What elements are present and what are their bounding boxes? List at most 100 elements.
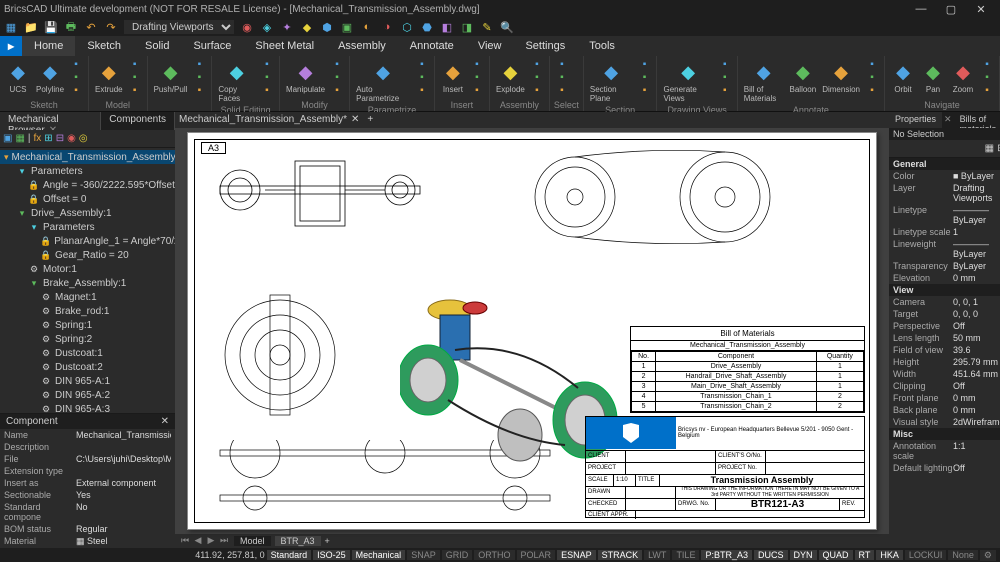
property-row[interactable]: Visual style2dWireframe — [889, 416, 1000, 428]
close-icon[interactable]: ✕ — [942, 112, 954, 128]
status-icon[interactable]: ⚙ — [980, 550, 996, 561]
menu-home[interactable]: Home — [22, 36, 75, 56]
ribbon-copy-faces[interactable]: ◆Copy Faces — [216, 58, 257, 105]
qa-icon-2[interactable]: ◈ — [260, 20, 274, 34]
ribbon-balloon[interactable]: ◆Balloon — [788, 58, 819, 96]
app-icon[interactable]: ▸ — [0, 36, 22, 56]
qa-icon-3[interactable]: ✦ — [280, 20, 294, 34]
prop-section-header[interactable]: General — [889, 158, 1000, 170]
menu-surface[interactable]: Surface — [181, 36, 243, 56]
status-toggle-rt[interactable]: RT — [855, 550, 875, 560]
tree-item[interactable]: ⚙DIN 965-A:2 — [0, 388, 175, 402]
ribbon-section-plane[interactable]: ◆Section Plane — [588, 58, 635, 105]
status-toggle-iso-25[interactable]: ISO-25 — [313, 550, 350, 560]
property-row[interactable]: Width451.64 mm — [889, 368, 1000, 380]
layout-tab-model[interactable]: Model — [234, 536, 271, 546]
ribbon-small-icon[interactable]: ▪ — [127, 84, 143, 96]
ribbon-small-icon[interactable]: ▪ — [554, 84, 570, 96]
ribbon-extrude[interactable]: ◆Extrude — [93, 58, 125, 96]
ribbon-small-icon[interactable]: ▪ — [979, 84, 995, 96]
property-row[interactable]: Linetype———— ByLayer — [889, 204, 1000, 226]
ribbon-small-icon[interactable]: ▪ — [127, 71, 143, 83]
property-row[interactable]: TransparencyByLayer — [889, 260, 1000, 272]
ribbon-small-icon[interactable]: ▪ — [469, 58, 485, 70]
tool-icon[interactable]: ▣ — [3, 133, 12, 144]
ribbon-small-icon[interactable]: ▪ — [469, 71, 485, 83]
ribbon-small-icon[interactable]: ▪ — [554, 71, 570, 83]
status-toggle-quad[interactable]: QUAD — [819, 550, 853, 560]
component-row[interactable]: Material▦ Steel — [0, 535, 175, 548]
component-row[interactable]: Insert asExternal component — [0, 477, 175, 489]
ribbon-small-icon[interactable]: ▪ — [68, 84, 84, 96]
prop-tool-icon[interactable]: ▦ — [985, 143, 994, 154]
ribbon-small-icon[interactable]: ▪ — [68, 58, 84, 70]
ribbon-small-icon[interactable]: ▪ — [979, 71, 995, 83]
menu-sheet-metal[interactable]: Sheet Metal — [243, 36, 326, 56]
nav-prev-icon[interactable]: ◀ — [192, 535, 204, 546]
tool-icon[interactable]: ◉ — [67, 133, 76, 144]
status-toggle-mechanical[interactable]: Mechanical — [352, 550, 406, 560]
menu-solid[interactable]: Solid — [133, 36, 181, 56]
status-toggle-ducs[interactable]: DUCS — [754, 550, 788, 560]
ribbon-bill-of-materials[interactable]: ◆Bill of Materials — [742, 58, 786, 105]
qa-icon-14[interactable]: 🔍 — [500, 20, 514, 34]
add-tab-button[interactable]: + — [367, 114, 373, 125]
property-row[interactable]: Lens length50 mm — [889, 332, 1000, 344]
property-row[interactable]: Default lightingOff — [889, 462, 1000, 474]
status-toggle-esnap[interactable]: ESNAP — [557, 550, 596, 560]
ribbon-small-icon[interactable]: ▪ — [329, 58, 345, 70]
ribbon-small-icon[interactable]: ▪ — [529, 84, 545, 96]
drawing-view-front[interactable] — [215, 290, 345, 420]
ribbon-small-icon[interactable]: ▪ — [636, 58, 652, 70]
prop-section-header[interactable]: Misc — [889, 428, 1000, 440]
component-row[interactable]: Extension type — [0, 465, 175, 477]
status-toggle-grid[interactable]: GRID — [442, 550, 473, 560]
qa-icon-6[interactable]: ▣ — [340, 20, 354, 34]
ribbon-small-icon[interactable]: ▪ — [191, 84, 207, 96]
save-icon[interactable]: 💾 — [44, 20, 58, 34]
redo-icon[interactable]: ↷ — [104, 20, 118, 34]
property-row[interactable]: PerspectiveOff — [889, 320, 1000, 332]
property-row[interactable]: Field of view39.6 — [889, 344, 1000, 356]
tab-properties[interactable]: Properties — [889, 112, 942, 128]
component-row[interactable]: BOM statusRegular — [0, 523, 175, 535]
qa-icon-7[interactable]: ◐ — [360, 20, 374, 34]
ribbon-small-icon[interactable]: ▪ — [636, 84, 652, 96]
property-row[interactable]: Front plane0 mm — [889, 392, 1000, 404]
component-row[interactable]: Standard componeNo — [0, 501, 175, 523]
nav-next-icon[interactable]: ▶ — [205, 535, 217, 546]
ribbon-small-icon[interactable]: ▪ — [864, 71, 880, 83]
ribbon-push/pull[interactable]: ◆Push/Pull — [152, 58, 190, 96]
add-layout-icon[interactable]: + — [325, 536, 330, 546]
qa-icon-13[interactable]: ✎ — [480, 20, 494, 34]
status-toggle-polar[interactable]: POLAR — [517, 550, 556, 560]
status-toggle-p:btr_a3[interactable]: P:BTR_A3 — [701, 550, 752, 560]
maximize-button[interactable]: ▢ — [936, 0, 966, 18]
property-row[interactable]: Back plane0 mm — [889, 404, 1000, 416]
drawing-view-side[interactable] — [525, 142, 775, 252]
tree-item[interactable]: ⚙Dustcoat:2 — [0, 360, 175, 374]
ribbon-small-icon[interactable]: ▪ — [864, 58, 880, 70]
status-toggle-lockui[interactable]: LOCKUI — [905, 550, 947, 560]
tree-item[interactable]: 🔒Offset = 0 — [0, 192, 175, 206]
status-toggle-tile[interactable]: TILE — [672, 550, 699, 560]
component-row[interactable]: FileC:\Users\juhi\Desktop\Mechanical_Tra… — [0, 453, 175, 465]
tree-item[interactable]: ▾Brake_Assembly:1 — [0, 276, 175, 290]
tree-item[interactable]: ⚙DIN 965-A:3 — [0, 402, 175, 413]
ribbon-small-icon[interactable]: ▪ — [259, 71, 275, 83]
tool-icon[interactable]: ▦ — [15, 133, 24, 144]
ribbon-insert[interactable]: ◆Insert — [439, 58, 467, 96]
ribbon-manipulate[interactable]: ◆Manipulate — [284, 58, 327, 96]
tree-item[interactable]: ⚙Spring:2 — [0, 332, 175, 346]
property-row[interactable]: Linetype scale1 — [889, 226, 1000, 238]
ribbon-small-icon[interactable]: ▪ — [191, 71, 207, 83]
tree-item[interactable]: ▾Drive_Assembly:1 — [0, 206, 175, 220]
ribbon-polyline[interactable]: ◆Polyline — [34, 58, 66, 96]
undo-icon[interactable]: ↶ — [84, 20, 98, 34]
status-toggle-lwt[interactable]: LWT — [644, 550, 670, 560]
qa-icon-10[interactable]: ⬣ — [420, 20, 434, 34]
property-row[interactable]: Target0, 0, 0 — [889, 308, 1000, 320]
ribbon-small-icon[interactable]: ▪ — [717, 84, 733, 96]
tree-item[interactable]: 🔒Angle = -360/2222.595*Offset — [0, 178, 175, 192]
tree-item[interactable]: ⚙Brake_rod:1 — [0, 304, 175, 318]
